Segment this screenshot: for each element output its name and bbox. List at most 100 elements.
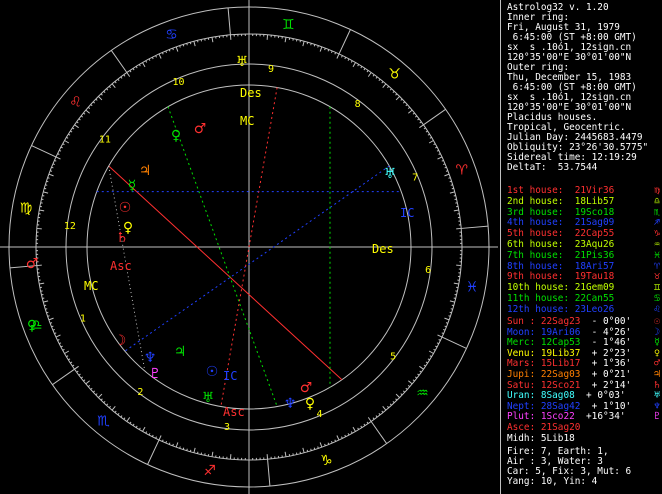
degree-tick — [98, 96, 103, 101]
degree-tick — [427, 358, 430, 361]
degree-tick — [108, 85, 111, 89]
sign-divider — [441, 336, 467, 349]
degree-tick — [429, 136, 432, 139]
planet-label: Jupi: — [507, 369, 541, 380]
house-row: 1st house: 21Vir36 — [507, 186, 614, 196]
degree-tick — [148, 58, 151, 61]
degree-tick — [142, 62, 146, 68]
house-sign-icon: ♍ — [653, 185, 660, 196]
degree-tick — [55, 156, 61, 160]
degree-tick — [48, 173, 54, 177]
planet-row: Plut: 1Sco22 +16°34' — [507, 412, 626, 422]
degree-tick — [395, 393, 400, 398]
zodiac-sign-icon: ♍ — [20, 201, 33, 217]
degree-tick — [111, 406, 116, 411]
house-number: 7 — [412, 172, 418, 183]
degree-tick — [381, 81, 384, 84]
degree-tick — [425, 361, 428, 364]
degree-tick — [47, 315, 50, 317]
planet-row: Uran: 8Sag08 + 0°03' — [507, 391, 626, 401]
ascendant-label: Asc — [110, 259, 132, 273]
sign-divider — [227, 7, 231, 35]
degree-tick — [64, 350, 70, 354]
degree-tick — [444, 166, 447, 169]
planet-icon: ♀ — [171, 128, 181, 144]
degree-tick — [182, 447, 185, 450]
degree-tick — [43, 191, 49, 194]
house-sign-icon: ♌ — [653, 303, 660, 315]
degree-tick — [438, 153, 441, 155]
house-label: 9th house: — [507, 271, 575, 283]
planet-icon: ♃ — [653, 369, 660, 380]
degree-tick — [145, 431, 148, 434]
ascendant-label-outer: Asc — [223, 405, 245, 419]
house-cusp-value: 21Sag09 — [574, 217, 615, 229]
house-label: 7th house: — [507, 249, 575, 261]
degree-tick — [402, 390, 406, 393]
degree-tick — [389, 403, 392, 406]
degree-tick — [395, 93, 398, 96]
planet-position: 19Lib37 — [540, 347, 581, 359]
degree-tick — [407, 385, 411, 388]
degree-tick — [51, 166, 54, 169]
house-row: 7th house: 21Pis36 — [507, 249, 614, 261]
house-number: 10 — [172, 77, 184, 88]
planet-icon: ☽ — [653, 326, 660, 338]
degree-tick — [85, 380, 90, 385]
degree-tick — [44, 187, 47, 190]
degree-tick — [336, 435, 340, 441]
degree-tick — [419, 365, 424, 370]
planet-label: Plut: — [507, 411, 541, 423]
house-cusp-value: 21Vir36 — [574, 185, 615, 196]
house-cusp-value: 19Sco18 — [574, 206, 615, 218]
degree-tick — [78, 373, 81, 376]
planet-position: 5Lib18 — [540, 432, 575, 444]
descendant-label-outer: Des — [240, 86, 262, 100]
degree-tick — [327, 49, 330, 52]
planet-label: Uran: — [507, 390, 541, 402]
planet-motion: + 0°03' — [574, 390, 626, 402]
degree-tick — [103, 400, 106, 404]
degree-tick — [387, 85, 390, 89]
degree-tick — [435, 146, 438, 149]
degree-tick — [211, 37, 214, 43]
degree-tick — [132, 423, 135, 426]
degree-tick — [85, 109, 90, 114]
degree-tick — [83, 379, 86, 382]
degree-tick — [389, 88, 392, 91]
degree-tick — [138, 427, 141, 430]
planet-icon: ♅ — [653, 390, 660, 402]
degree-tick — [74, 365, 79, 370]
house-label: 6th house: — [507, 239, 575, 250]
degree-tick — [92, 101, 96, 104]
degree-tick — [437, 156, 443, 160]
degree-tick — [445, 322, 449, 324]
planet-position: 21Sag20 — [540, 422, 581, 433]
planet-row: Mars: 15Lib17 + 1°36' — [507, 359, 631, 369]
degree-tick — [414, 376, 418, 379]
degree-tick — [103, 90, 106, 94]
degree-tick — [182, 44, 185, 47]
degree-tick — [441, 332, 444, 335]
planet-motion: +16°34' — [574, 411, 626, 423]
degree-tick — [438, 339, 441, 341]
degree-tick — [341, 55, 343, 58]
degree-tick — [310, 43, 312, 46]
planet-position: 12Cap53 — [540, 337, 581, 349]
planet-icon: ☽ — [114, 333, 127, 349]
degree-tick — [44, 304, 47, 307]
degree-tick — [126, 72, 131, 77]
degree-tick — [64, 140, 70, 144]
degree-tick — [423, 364, 426, 367]
degree-tick — [45, 308, 48, 310]
degree-tick — [179, 446, 181, 449]
degree-tick — [357, 427, 360, 430]
zodiac-sign-icon: ♌ — [69, 94, 82, 110]
degree-tick — [382, 83, 387, 88]
degree-tick — [49, 322, 53, 324]
planet-label: Asce: — [507, 422, 541, 433]
degree-tick — [443, 328, 446, 331]
house-row: 8th house: 18Ari57 — [507, 261, 614, 272]
planet-icon: ♀ — [653, 347, 660, 359]
house-row: 12th house: 23Leo26 — [507, 304, 614, 315]
